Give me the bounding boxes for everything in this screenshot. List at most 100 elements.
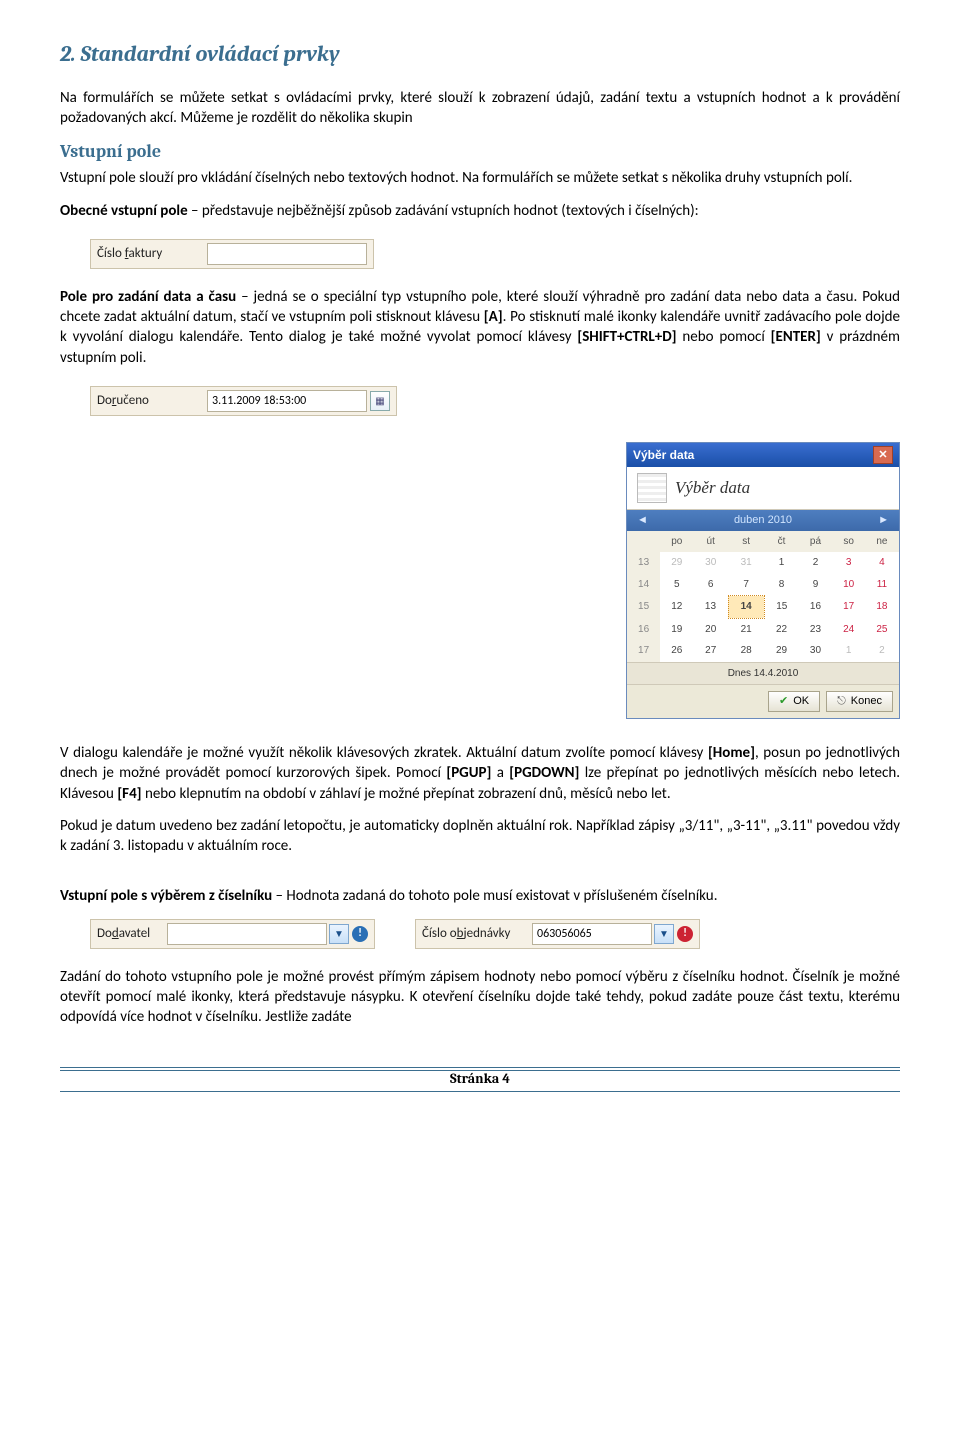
calendar-day[interactable]: 18 [865,596,898,619]
key-shortcut: [PGDOWN] [509,764,579,782]
date-input[interactable]: 3.11.2009 18:53:00 [207,390,367,412]
key-shortcut: [SHIFT+CTRL+D] [577,328,676,346]
calendar-header-row: poútstčtpásone [627,531,899,553]
calendar-day[interactable]: 28 [728,640,764,662]
paragraph-text: a [491,764,509,782]
dialog-button-row: ✔OK ⎋ Konec [627,684,899,718]
calendar-day[interactable]: 22 [764,618,799,640]
calendar-month-bar[interactable]: ◄ duben 2010 ► [627,510,899,531]
calendar-day[interactable]: 25 [865,618,898,640]
paragraph: Obecné vstupní pole – představuje nejběž… [60,201,900,221]
calendar-day[interactable]: 31 [728,552,764,574]
calendar-day[interactable]: 26 [660,640,693,662]
calendar-day[interactable]: 19 [660,618,693,640]
text-input[interactable] [167,923,327,945]
info-icon[interactable]: ! [352,926,368,942]
next-month-icon[interactable]: ► [878,513,889,528]
field-dodavatel: Dodavatel ▼ ! [90,919,375,949]
calendar-day[interactable]: 16 [799,596,832,619]
paragraph: V dialogu kalendáře je možné využít něko… [60,743,900,804]
calendar-dialog: Výběr data ✕ Výběr data ◄ duben 2010 ► p… [626,442,900,719]
dropdown-icon[interactable]: ▼ [329,924,349,944]
key-shortcut: [Home] [708,744,755,762]
calendar-day[interactable]: 29 [764,640,799,662]
calendar-day[interactable]: 1 [832,640,865,662]
calendar-day[interactable]: 1 [764,552,799,574]
calendar-icon[interactable]: ▦ [370,391,390,411]
bold-label: Obecné vstupní pole [60,202,188,220]
bold-label: Pole pro zadání data a času [60,288,236,306]
error-icon[interactable]: ! [677,926,693,942]
calendar-day[interactable]: 11 [865,574,898,596]
button-label: Konec [851,694,882,709]
close-icon[interactable]: ✕ [873,446,893,464]
calendar-row: 14567891011 [627,574,899,596]
field-cislo-faktury: Číslo faktury [90,239,374,269]
calendar-day[interactable]: 9 [799,574,832,596]
calendar-day-header: st [728,531,764,553]
calendar-row: 17262728293012 [627,640,899,662]
calendar-day[interactable]: 13 [693,596,728,619]
paragraph: Vstupní pole slouží pro vkládání číselný… [60,168,900,188]
paragraph: Zadání do tohoto vstupního pole je možné… [60,967,900,1028]
calendar-day[interactable]: 6 [693,574,728,596]
calendar-day[interactable]: 21 [728,618,764,640]
month-label: duben 2010 [734,514,792,526]
calendar-day[interactable]: 27 [693,640,728,662]
key-shortcut: [A] [484,308,503,326]
calendar-day[interactable]: 24 [832,618,865,640]
field-cislo-objednavky: Číslo objednávky 063056065 ▼ ! [415,919,700,949]
dialog-titlebar: Výběr data ✕ [627,443,899,467]
calendar-day[interactable]: 2 [799,552,832,574]
calendar-day[interactable]: 30 [799,640,832,662]
calendar-day[interactable]: 29 [660,552,693,574]
calendar-day[interactable]: 5 [660,574,693,596]
week-number: 17 [627,640,660,662]
calendar-day[interactable]: 20 [693,618,728,640]
calendar-day-header: so [832,531,865,553]
subheading-vstupni-pole: Vstupní pole [60,140,900,164]
calendar-mini-icon [637,473,667,503]
field-doruceno: Doručeno 3.11.2009 18:53:00 ▦ [90,386,397,416]
dropdown-icon[interactable]: ▼ [654,924,674,944]
prev-month-icon[interactable]: ◄ [637,513,648,528]
calendar-day[interactable]: 30 [693,552,728,574]
dialog-header-title: Výběr data [675,477,750,500]
calendar-day[interactable]: 8 [764,574,799,596]
calendar-day[interactable]: 2 [865,640,898,662]
key-shortcut: [F4] [117,785,141,803]
paragraph-text: – představuje nejběžnější způsob zadáván… [188,202,699,220]
calendar-day[interactable]: 10 [832,574,865,596]
paragraph: Pole pro zadání data a času – jedná se o… [60,287,900,368]
week-number: 15 [627,596,660,619]
calendar-day[interactable]: 3 [832,552,865,574]
exit-icon: ⎋ [837,694,846,709]
calendar-day[interactable]: 15 [764,596,799,619]
text-input[interactable]: 063056065 [532,923,652,945]
calendar-grid: poútstčtpásone 1329303112341456789101115… [627,531,899,662]
paragraph-text: nebo pomocí [677,328,771,346]
calendar-today-bar[interactable]: Dnes 14.4.2010 [627,662,899,685]
calendar-day[interactable]: 12 [660,596,693,619]
paragraph: Pokud je datum uvedeno bez zadání letopo… [60,816,900,857]
konec-button[interactable]: ⎋ Konec [826,691,893,712]
calendar-day-header: út [693,531,728,553]
calendar-day[interactable]: 7 [728,574,764,596]
calendar-day-header: čt [764,531,799,553]
calendar-row: 132930311234 [627,552,899,574]
key-shortcut: [ENTER] [771,328,821,346]
calendar-row: 1512131415161718 [627,596,899,619]
paragraph: Vstupní pole s výběrem z číselníku – Hod… [60,886,900,906]
dialog-title: Výběr data [633,447,694,463]
calendar-day[interactable]: 4 [865,552,898,574]
calendar-day[interactable]: 14 [728,596,764,619]
calendar-day[interactable]: 17 [832,596,865,619]
paragraph-text: V dialogu kalendáře je možné využít něko… [60,744,708,762]
ok-button[interactable]: ✔OK [768,691,820,712]
calendar-day[interactable]: 23 [799,618,832,640]
field-label: Dodavatel [97,925,167,943]
text-input[interactable] [207,243,367,265]
section-title: 2. Standardní ovládací prvky [60,40,900,70]
dialog-header: Výběr data [627,467,899,510]
paragraph-text: – Hodnota zadaná do tohoto pole musí exi… [272,887,717,905]
